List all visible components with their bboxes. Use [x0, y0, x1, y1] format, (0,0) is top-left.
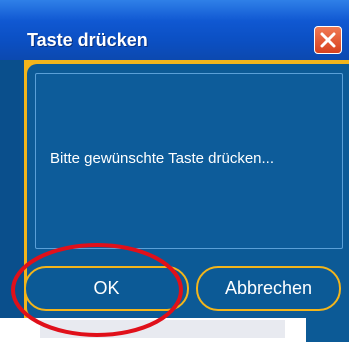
dialog-window: Taste drücken Bitte gewünschte Taste drü…: [0, 0, 349, 318]
message-text: Bitte gewünschte Taste drücken...: [50, 150, 275, 167]
dialog-title: Taste drücken: [27, 30, 148, 50]
message-panel: Bitte gewünschte Taste drücken...: [35, 73, 343, 249]
close-button[interactable]: [314, 26, 342, 54]
cancel-button[interactable]: Abbrechen: [196, 266, 341, 311]
title-bar[interactable]: Taste drücken: [0, 0, 349, 60]
background-content: [40, 320, 285, 338]
close-icon: [320, 32, 336, 48]
ok-button[interactable]: OK: [24, 266, 189, 311]
background-edge: [306, 318, 349, 342]
